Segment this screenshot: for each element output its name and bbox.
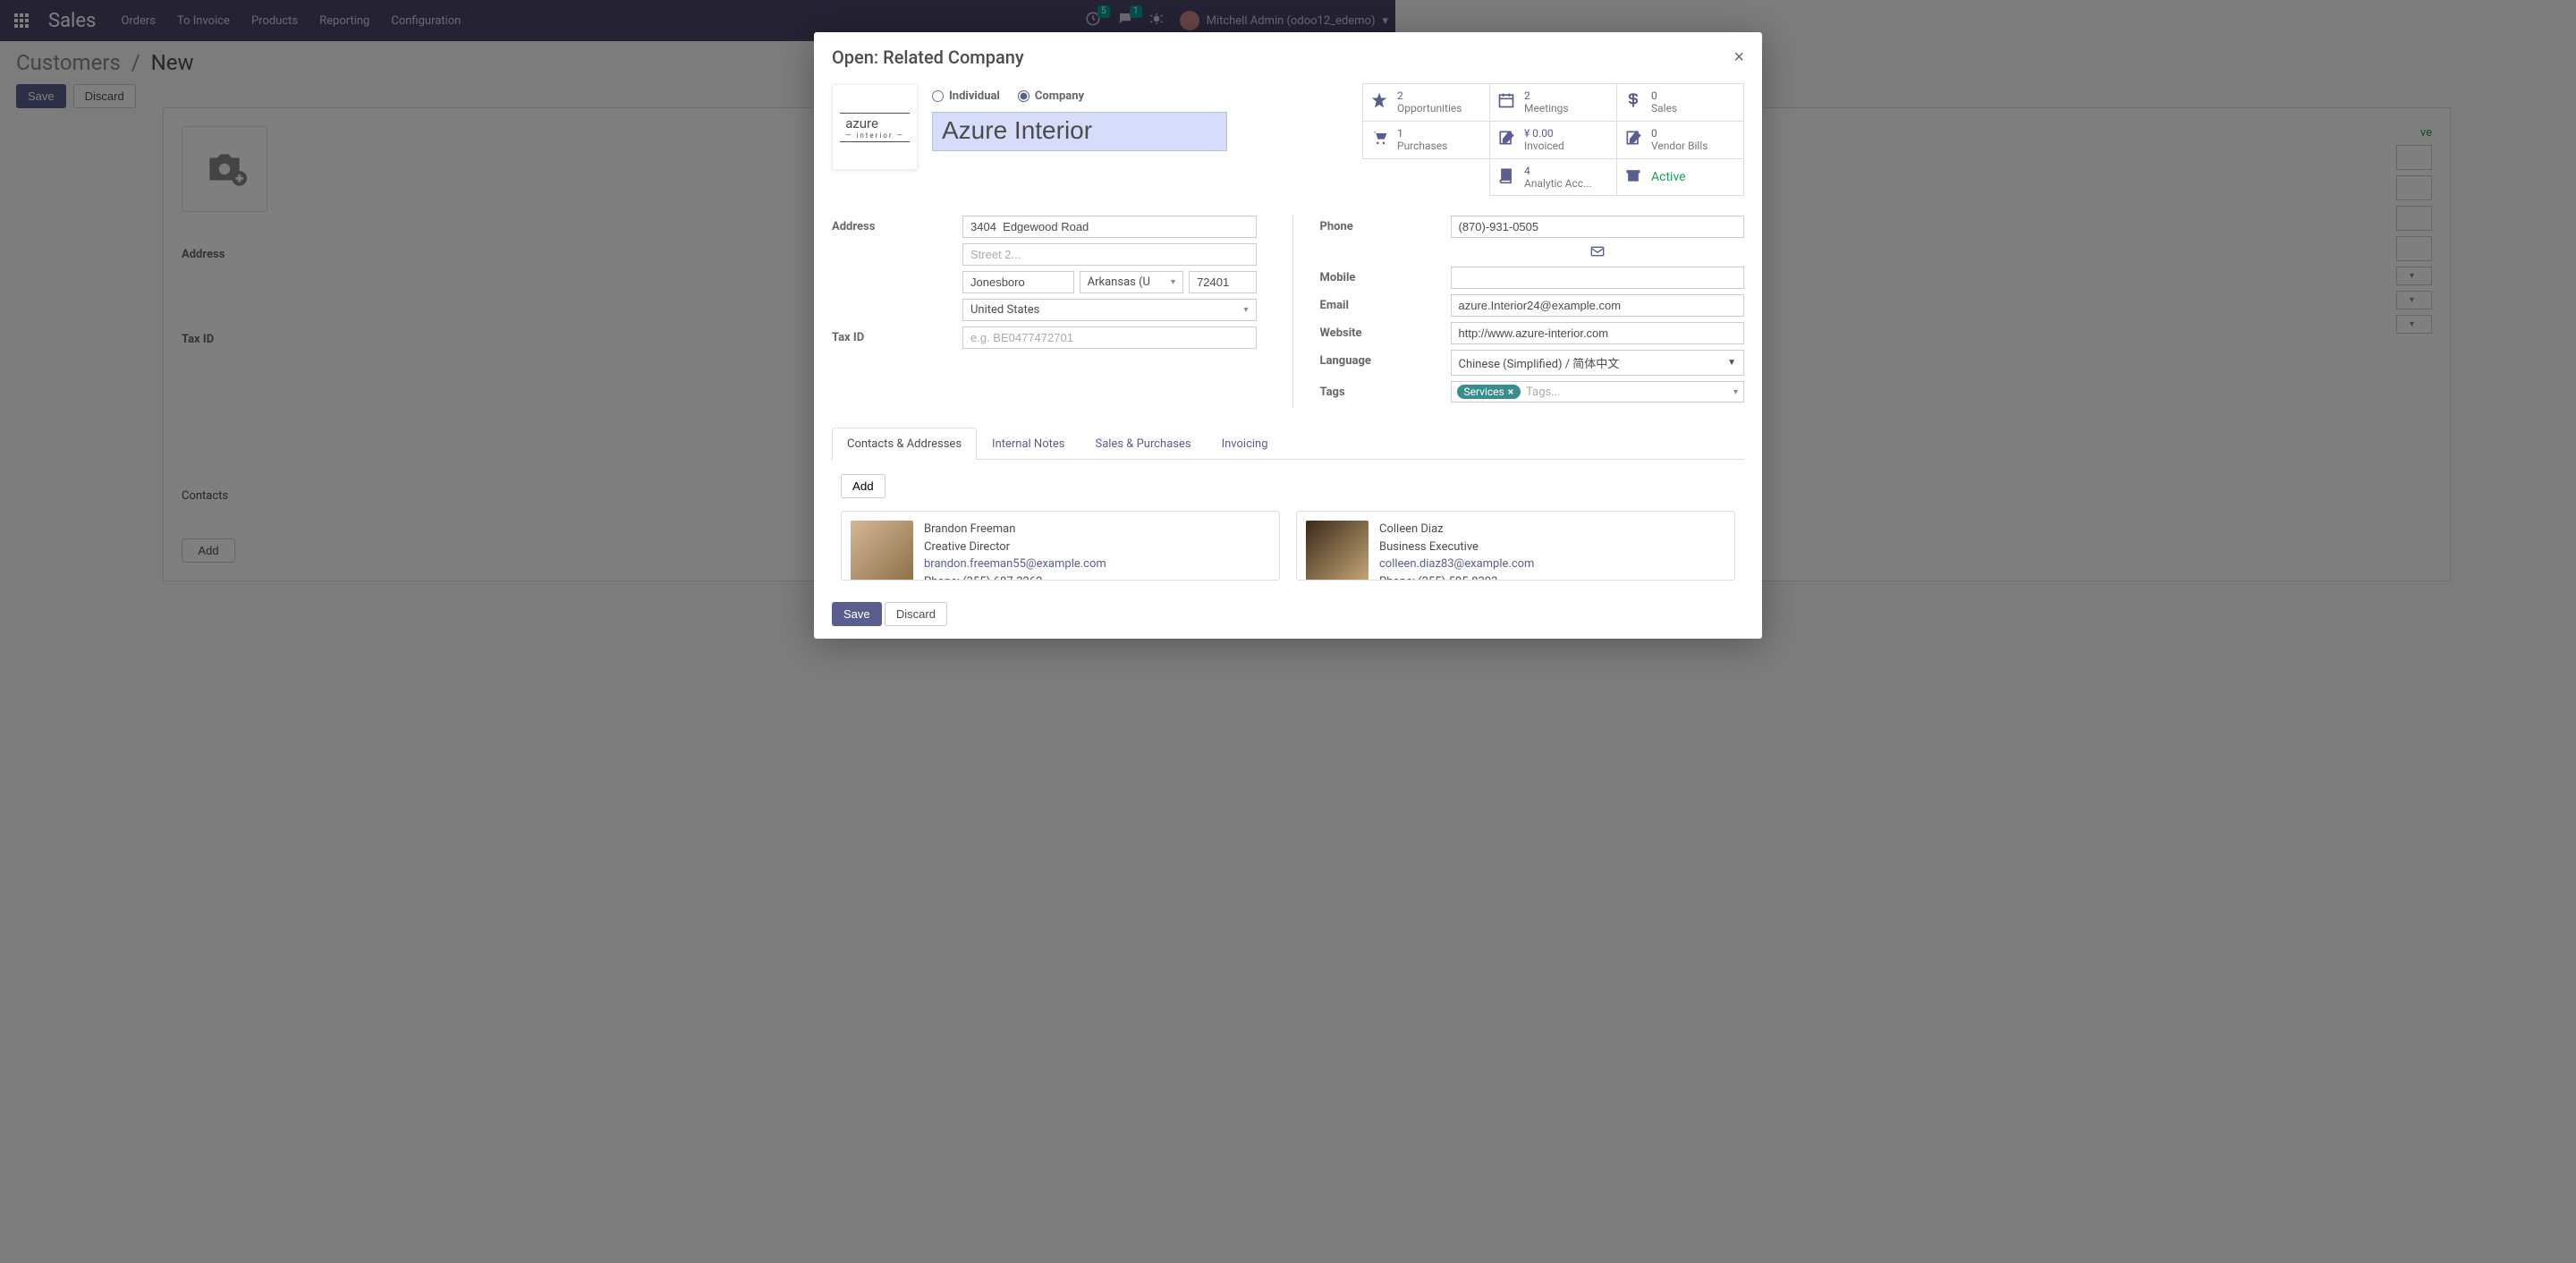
- modal-header: Open: Related Company ×: [814, 32, 1762, 79]
- language-select[interactable]: Chinese (Simplified) / 简体中文▼: [1451, 350, 1745, 376]
- label-tags: Tags: [1320, 381, 1451, 403]
- stat-active[interactable]: Active: [1616, 158, 1744, 197]
- contact-name: Brandon Freeman: [924, 521, 1106, 538]
- stat-invoiced[interactable]: ¥ 0.00Invoiced: [1489, 121, 1617, 159]
- label-email: Email: [1320, 294, 1451, 317]
- tabs: Contacts & Addresses Internal Notes Sale…: [832, 428, 1744, 460]
- chevron-down-icon[interactable]: ▾: [1733, 387, 1738, 397]
- mobile-input[interactable]: [1451, 267, 1745, 289]
- company-logo[interactable]: azure— interior —: [832, 84, 918, 170]
- contact-name: Colleen Diaz: [1379, 521, 1534, 538]
- label-language: Language: [1320, 350, 1451, 376]
- label-website: Website: [1320, 322, 1451, 344]
- contact-avatar: [1306, 521, 1368, 581]
- archive-icon: [1624, 166, 1644, 188]
- modal-save-button[interactable]: Save: [832, 602, 882, 626]
- taxid-input[interactable]: [962, 326, 1257, 349]
- contact-avatar: [851, 521, 913, 581]
- stat-grid: 2Opportunities 2Meetings 0Sales 1Purchas…: [1363, 84, 1744, 196]
- dollar-icon: [1624, 91, 1644, 113]
- website-input[interactable]: [1451, 322, 1745, 344]
- label-mobile: Mobile: [1320, 267, 1451, 289]
- tab-contacts[interactable]: Contacts & Addresses: [832, 428, 977, 460]
- label-phone: Phone: [1320, 216, 1451, 261]
- contact-email[interactable]: brandon.freeman55@example.com: [924, 555, 1106, 573]
- street-input[interactable]: [962, 216, 1257, 238]
- contact-card[interactable]: Brandon Freeman Creative Director brando…: [841, 511, 1280, 581]
- tag-services[interactable]: Services×: [1457, 385, 1521, 399]
- tab-invoicing[interactable]: Invoicing: [1207, 428, 1284, 460]
- radio-individual[interactable]: Individual: [932, 89, 1000, 103]
- contact-title: Creative Director: [924, 538, 1106, 556]
- calendar-icon: [1497, 91, 1517, 113]
- label-taxid: Tax ID: [832, 326, 962, 349]
- close-icon[interactable]: ×: [1733, 47, 1744, 68]
- tab-notes[interactable]: Internal Notes: [977, 428, 1080, 460]
- modal-overlay: Open: Related Company × azure— interior …: [0, 0, 2576, 1263]
- modal: Open: Related Company × azure— interior …: [814, 32, 1762, 639]
- stat-analytic[interactable]: 4Analytic Acc...: [1489, 158, 1617, 197]
- modal-title: Open: Related Company: [832, 47, 1024, 68]
- state-select[interactable]: Arkansas (U: [1080, 271, 1183, 293]
- country-select[interactable]: United States: [962, 299, 1257, 321]
- stat-sales[interactable]: 0Sales: [1616, 83, 1744, 122]
- contact-phone: Phone: (355)-687-3262: [924, 573, 1106, 581]
- street2-input[interactable]: [962, 243, 1257, 266]
- modal-discard-button[interactable]: Discard: [885, 602, 947, 626]
- company-name-input[interactable]: [932, 112, 1227, 151]
- pencil-icon: [1624, 129, 1644, 150]
- cart-icon: [1370, 129, 1390, 150]
- sms-icon[interactable]: [1590, 245, 1605, 261]
- contact-title: Business Executive: [1379, 538, 1534, 556]
- stat-vendor-bills[interactable]: 0Vendor Bills: [1616, 121, 1744, 159]
- zip-input[interactable]: [1189, 271, 1256, 293]
- email-input[interactable]: [1451, 294, 1745, 317]
- tag-remove-icon[interactable]: ×: [1508, 386, 1513, 398]
- tags-placeholder: Tags...: [1526, 386, 1560, 399]
- contact-phone: Phone: (255)-595-8393: [1379, 573, 1534, 581]
- stat-opportunities[interactable]: 2Opportunities: [1362, 83, 1490, 122]
- tags-input[interactable]: Services× Tags... ▾: [1451, 381, 1745, 403]
- city-input[interactable]: [962, 271, 1074, 293]
- add-contact-button[interactable]: Add: [841, 474, 886, 498]
- radio-company[interactable]: Company: [1018, 89, 1084, 103]
- phone-input[interactable]: [1451, 216, 1745, 238]
- star-icon: [1370, 91, 1390, 113]
- pencil-icon: [1497, 129, 1517, 150]
- stat-meetings[interactable]: 2Meetings: [1489, 83, 1617, 122]
- contact-card[interactable]: Colleen Diaz Business Executive colleen.…: [1296, 511, 1735, 581]
- tab-sales[interactable]: Sales & Purchases: [1080, 428, 1206, 460]
- book-icon: [1497, 166, 1517, 188]
- stat-purchases[interactable]: 1Purchases: [1362, 121, 1490, 159]
- contact-email[interactable]: colleen.diaz83@example.com: [1379, 555, 1534, 573]
- label-address: Address: [832, 216, 962, 321]
